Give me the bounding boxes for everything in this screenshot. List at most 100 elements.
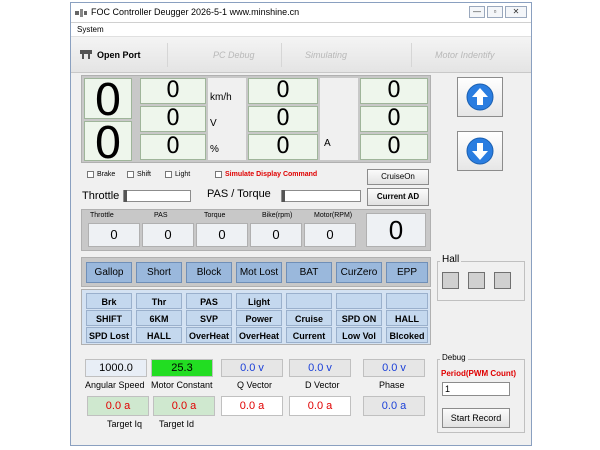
status-blcoked: Blcoked (386, 327, 428, 343)
status-spd-on: SPD ON (336, 310, 382, 326)
status-cruise: Cruise (286, 310, 332, 326)
open-port-button[interactable]: Open Port (79, 37, 141, 73)
pc-debug-button[interactable]: PC Debug (213, 37, 255, 73)
down-button[interactable] (457, 131, 503, 171)
current-b-value: 0.0 a (289, 396, 351, 416)
q-vector-value: 0.0 v (221, 359, 283, 377)
angular-speed-value: 1000.0 (85, 359, 147, 377)
phase-value: 0.0 v (363, 359, 425, 377)
period-label: Period(PWM Count) (441, 369, 517, 378)
motor-indentify-button[interactable]: Motor Indentify (435, 37, 495, 73)
voltage-display: 0 (140, 106, 206, 132)
unit-kmh: km/h (210, 92, 232, 103)
lcd-panel: 0 0 0 0 0 km/h V % 0 0 0 A 0 0 0 (81, 75, 431, 166)
angular-speed-label: Angular Speed (85, 380, 145, 390)
slider-thumb[interactable] (124, 190, 127, 202)
period-input[interactable]: 1 (442, 382, 510, 396)
simulate-display-checkbox[interactable]: Simulate Display Command (215, 171, 317, 178)
d-vector-value: 0.0 v (289, 359, 351, 377)
flag-gallop: Gallop (86, 262, 132, 283)
status-panel: Brk Thr PAS Light SHIFT 6KM SVP Power Cr… (81, 289, 431, 345)
target-id-label: Target Id (159, 419, 195, 429)
current-ad-button[interactable]: Current AD (367, 188, 429, 206)
menu-bar: System (71, 23, 531, 37)
pas-torque-slider[interactable] (281, 190, 361, 202)
cruise-on-button[interactable]: CruiseOn (367, 169, 429, 185)
light-checkbox[interactable]: Light (165, 171, 190, 178)
start-record-button[interactable]: Start Record (442, 408, 510, 428)
big-reading-value: 0 (366, 213, 426, 247)
status-thr: Thr (136, 293, 182, 309)
flags-panel: Gallop Short Block Mot Lost BAT CurZero … (81, 257, 431, 287)
d-vector-label: D Vector (305, 380, 340, 390)
big-display-top: 0 (84, 78, 132, 123)
status-hall-2: HALL (136, 327, 182, 343)
status-pas: PAS (186, 293, 232, 309)
target-iq-value: 0.0 a (87, 396, 149, 416)
pas-torque-label: PAS / Torque (207, 188, 271, 200)
unit-percent: % (210, 144, 219, 155)
checkbox-box (127, 171, 134, 178)
shift-label: Shift (137, 171, 152, 178)
current-c-value: 0.0 a (363, 396, 425, 416)
reading-label-bike-rpm: Bike(rpm) (262, 212, 293, 219)
percent-display: 0 (140, 134, 206, 160)
unit-column-2: A (320, 78, 358, 160)
simulate-display-label: Simulate Display Command (225, 171, 318, 178)
current-display: 0 (248, 134, 318, 160)
target-iq-label: Target Iq (107, 419, 143, 429)
arrow-down-icon (466, 137, 494, 165)
readings-panel: Throttle PAS Torque Bike(rpm) Motor(RPM)… (81, 209, 431, 251)
brake-label: Brake (97, 171, 116, 178)
app-icon (75, 9, 87, 17)
simulating-button[interactable]: Simulating (305, 37, 347, 73)
debug-group: Debug Period(PWM Count) 1 Start Record (437, 353, 525, 433)
reading-label-motor-rpm: Motor(RPM) (314, 212, 353, 219)
speed-display: 0 (140, 78, 206, 104)
minimize-button[interactable]: — (469, 6, 485, 18)
unit-column: km/h V % (208, 78, 246, 160)
close-button[interactable]: ✕ (505, 6, 527, 18)
toolbar-separator (411, 43, 412, 67)
slider-thumb[interactable] (282, 190, 285, 202)
motor-rpm-value: 0 (304, 223, 356, 247)
open-port-label: Open Port (97, 50, 141, 60)
checkbox-box (215, 171, 222, 178)
throttle-value: 0 (88, 223, 140, 247)
checkbox-box (165, 171, 172, 178)
toolbar-separator (167, 43, 168, 67)
window-title: FOC Controller Deugger 2026-5-1 www.mins… (91, 7, 300, 17)
shift-checkbox[interactable]: Shift (127, 171, 151, 178)
menu-system[interactable]: System (77, 25, 104, 34)
toolbar-separator (281, 43, 282, 67)
unit-a: A (324, 138, 331, 149)
status-current: Current (286, 327, 332, 343)
up-button[interactable] (457, 77, 503, 117)
q-vector-label: Q Vector (237, 380, 273, 390)
throttle-label: Throttle (82, 190, 120, 202)
status-spd-lost: SPD Lost (86, 327, 132, 343)
phase-label: Phase (379, 380, 405, 390)
display-col3-2: 0 (360, 134, 428, 160)
toolbar: Open Port PC Debug Simulating Motor Inde… (71, 37, 531, 73)
brake-checkbox[interactable]: Brake (87, 171, 115, 178)
display-col2-1: 0 (248, 106, 318, 132)
hall-led-b (468, 272, 485, 289)
display-col2-0: 0 (248, 78, 318, 104)
plug-icon (80, 50, 92, 59)
motor-constant-value: 25.3 (151, 359, 213, 377)
flag-curzero: CurZero (336, 262, 382, 283)
hall-title: Hall (440, 254, 462, 265)
title-bar: FOC Controller Deugger 2026-5-1 www.mins… (71, 3, 531, 23)
status-overheat-2: OverHeat (236, 327, 282, 343)
status-svp: SVP (186, 310, 232, 326)
status-shift: SHIFT (86, 310, 132, 326)
pas-value: 0 (142, 223, 194, 247)
maximize-button[interactable]: ▫ (487, 6, 503, 18)
hall-led-c (494, 272, 511, 289)
flag-block: Block (186, 262, 232, 283)
throttle-slider[interactable] (123, 190, 191, 202)
window-controls: — ▫ ✕ (469, 6, 527, 18)
status-empty-2 (336, 293, 382, 309)
flag-mot-lost: Mot Lost (236, 262, 282, 283)
